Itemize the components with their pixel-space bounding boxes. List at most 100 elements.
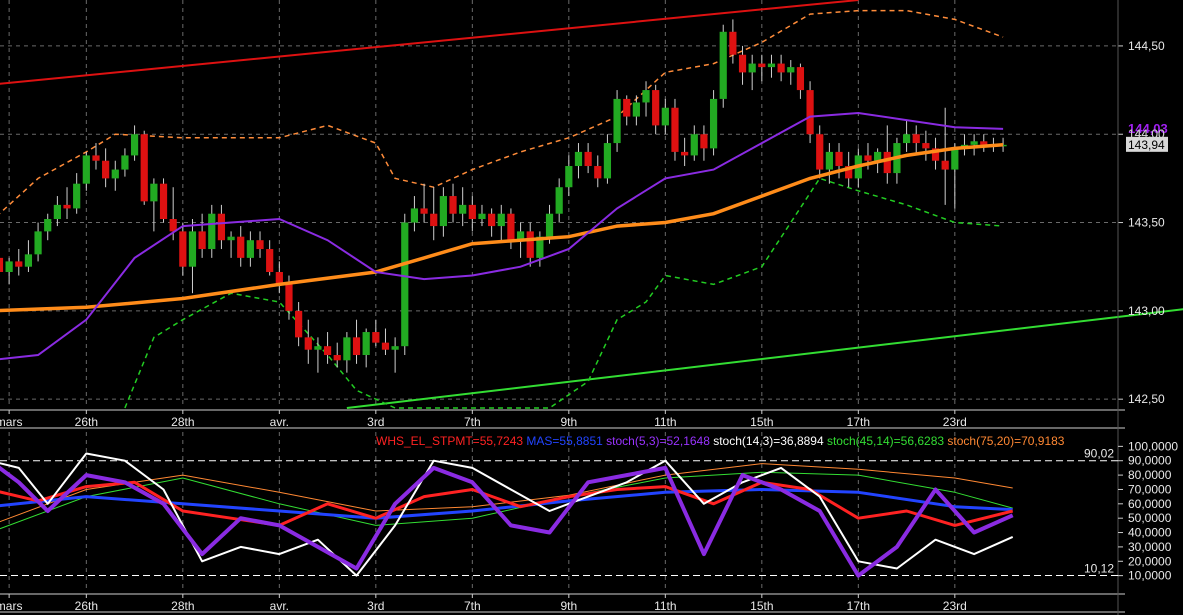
candle-body[interactable] [188, 231, 197, 267]
candle-body[interactable] [883, 151, 891, 174]
candle-body[interactable] [15, 261, 23, 267]
candle-body[interactable] [401, 222, 409, 347]
candle-body[interactable] [285, 284, 293, 311]
candle-body[interactable] [594, 166, 602, 179]
candle-body[interactable] [295, 310, 303, 338]
candle-body[interactable] [430, 213, 438, 227]
candle-body[interactable] [362, 332, 370, 356]
candle-body[interactable] [208, 213, 216, 250]
candle-body[interactable] [34, 231, 42, 255]
candle-body[interactable] [806, 90, 814, 135]
candle-body[interactable] [613, 98, 621, 144]
candle-body[interactable] [777, 63, 785, 73]
candle-body[interactable] [874, 151, 882, 161]
candle-body[interactable] [545, 213, 554, 237]
candle-body[interactable] [227, 236, 235, 241]
candle-body[interactable] [671, 107, 679, 152]
price-marker-label: 143,94 [1128, 138, 1165, 152]
candle-body[interactable] [121, 155, 129, 170]
candle-body[interactable] [835, 151, 843, 167]
candle-body[interactable] [323, 346, 332, 356]
candle-body[interactable] [748, 63, 756, 73]
candle-body[interactable] [53, 204, 61, 220]
candle-body[interactable] [767, 63, 776, 68]
candle-body[interactable] [410, 208, 419, 223]
candle-body[interactable] [246, 240, 254, 258]
candle-body[interactable] [420, 208, 428, 214]
candle-body[interactable] [912, 134, 920, 144]
candle-body[interactable] [102, 160, 110, 179]
candle-body[interactable] [150, 183, 158, 202]
candle-body[interactable] [381, 342, 390, 350]
candle-body[interactable] [24, 254, 33, 267]
candle-body[interactable] [951, 148, 959, 170]
candle-body[interactable] [449, 196, 457, 214]
candle-body[interactable] [111, 169, 119, 179]
candle-body[interactable] [970, 141, 978, 145]
trading-chart[interactable]: 144,50144,00143,50143,00142,50144,03144,… [0, 0, 1183, 615]
candle-body[interactable] [922, 143, 930, 149]
candle-body[interactable] [140, 134, 148, 202]
candle-body[interactable] [130, 134, 139, 156]
candle-body[interactable] [468, 204, 476, 220]
candle-body[interactable] [941, 160, 949, 170]
candle-body[interactable] [459, 204, 467, 214]
candle-body[interactable] [217, 213, 226, 241]
candle-body[interactable] [73, 183, 81, 209]
candle-body[interactable] [709, 98, 718, 149]
candle-body[interactable] [44, 219, 52, 232]
date-tick-label: 17th [847, 415, 870, 429]
candle-body[interactable] [333, 355, 341, 361]
candle-body[interactable] [652, 90, 660, 126]
candle-body[interactable] [661, 107, 669, 126]
candle-body[interactable] [5, 261, 13, 272]
candle-body[interactable] [0, 257, 4, 272]
legend-entry: MAS=55,8851 [523, 434, 603, 448]
candle-body[interactable] [642, 90, 650, 103]
candle-body[interactable] [825, 151, 833, 170]
candle-body[interactable] [864, 155, 872, 161]
candle-body[interactable] [237, 236, 245, 258]
candle-body[interactable] [92, 155, 100, 161]
candle-body[interactable] [816, 134, 824, 170]
candle-body[interactable] [169, 219, 177, 232]
candle-body[interactable] [787, 67, 795, 73]
candle-body[interactable] [584, 151, 592, 167]
candle-body[interactable] [497, 213, 505, 227]
candle-body[interactable] [391, 346, 399, 350]
candle-body[interactable] [796, 67, 805, 91]
candle-body[interactable] [352, 337, 361, 356]
legend-entry: WHS_EL_STPMT=55,7243 [376, 434, 523, 448]
candle-body[interactable] [565, 166, 573, 188]
candle-body[interactable] [439, 196, 447, 227]
candle-body[interactable] [179, 231, 187, 267]
candle-body[interactable] [372, 332, 380, 343]
candle-body[interactable] [555, 187, 563, 214]
candle-body[interactable] [304, 337, 312, 350]
candle-body[interactable] [738, 54, 747, 73]
candle-body[interactable] [603, 143, 612, 179]
candle-body[interactable] [63, 204, 71, 209]
candle-body[interactable] [478, 213, 486, 220]
candle-body[interactable] [902, 134, 911, 144]
candle-body[interactable] [507, 213, 515, 241]
candle-body[interactable] [690, 134, 698, 156]
candle-body[interactable] [198, 231, 206, 250]
candle-body[interactable] [700, 134, 708, 149]
candle-body[interactable] [343, 337, 351, 361]
candle-body[interactable] [266, 249, 274, 272]
candle-body[interactable] [159, 183, 168, 220]
candle-body[interactable] [488, 213, 496, 227]
candle-body[interactable] [526, 231, 534, 258]
date-tick-label: 28th [171, 415, 194, 429]
candle-body[interactable] [719, 31, 727, 99]
candle-body[interactable] [314, 346, 322, 350]
candle-body[interactable] [729, 31, 737, 55]
candle-body[interactable] [632, 102, 640, 117]
candle-body[interactable] [82, 155, 90, 184]
candle-body[interactable] [681, 151, 689, 156]
candle-body[interactable] [256, 240, 264, 250]
candle-body[interactable] [623, 98, 631, 117]
candle-body[interactable] [758, 63, 766, 68]
candle-body[interactable] [574, 151, 583, 167]
